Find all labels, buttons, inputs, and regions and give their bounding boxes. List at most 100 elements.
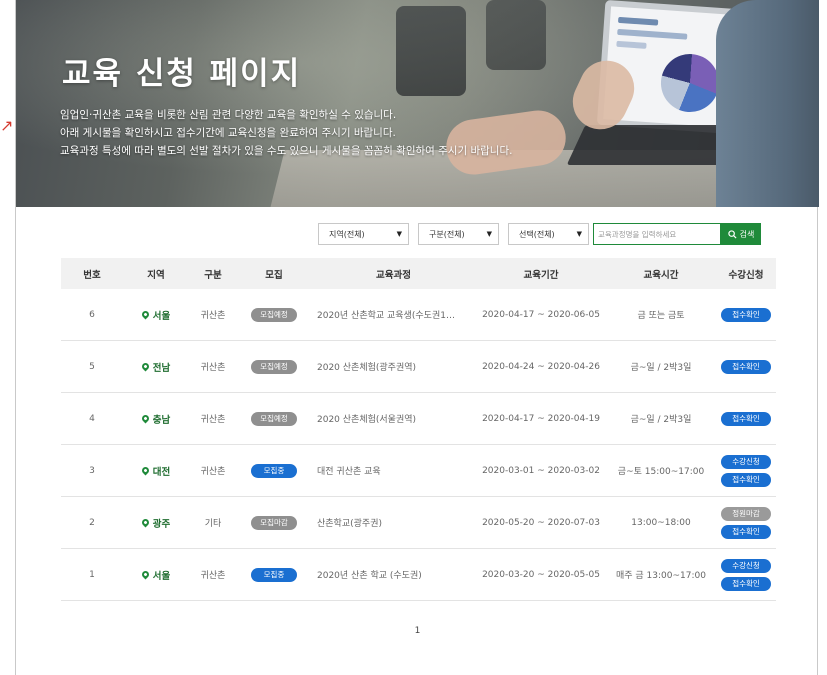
table-header: 번호 지역 구분 모집 교육과정 교육기간 교육시간 수강신청	[61, 258, 776, 289]
pagination: 1	[16, 626, 819, 636]
region-text: 서울	[152, 570, 171, 582]
apply-action-button[interactable]: 접수확인	[721, 524, 771, 539]
search-icon	[727, 229, 737, 239]
row-time: 매주 금 13:00~17:00	[616, 571, 706, 581]
row-time: 금~일 / 2박3일	[630, 415, 692, 425]
page-title: 교육 신청 페이지	[62, 56, 302, 92]
region-text: 충남	[152, 414, 171, 426]
hero-banner: 교육 신청 페이지 임업인·귀산촌 교육을 비롯한 산림 관련 다양한 교육을 …	[16, 0, 819, 207]
course-title-link[interactable]: 2020년 산촌학교 교육생(수도권1…	[311, 308, 476, 321]
table-row: 4 충남 귀산촌 모집예정 2020 산촌체험(서울권역) 2020-04-17 ~ 20…	[61, 393, 776, 445]
status-badge: 모집중	[251, 463, 297, 478]
row-region: 충남	[123, 412, 189, 426]
row-period: 2020-03-20 ~ 2020-05-05	[482, 569, 600, 580]
apply-action-button[interactable]: 접수확인	[721, 576, 771, 591]
row-time: 금~일 / 2박3일	[630, 363, 692, 373]
row-region: 대전	[123, 464, 189, 478]
apply-action-button[interactable]: 정원마감	[721, 506, 771, 521]
search-button[interactable]: 검색	[721, 223, 761, 245]
apply-action-button[interactable]: 접수확인	[721, 411, 771, 426]
course-title-link[interactable]: 2020 산촌체험(서울권역)	[311, 412, 476, 425]
row-recruit: 모집예정	[237, 307, 311, 322]
header-category: 구분	[204, 269, 222, 281]
table-row: 5 전남 귀산촌 모집예정 2020 산촌체험(광주권역) 2020-04-24 ~ 20…	[61, 341, 776, 393]
course-title-link[interactable]: 대전 귀산촌 교육	[311, 464, 476, 477]
screen-pie-chart	[658, 52, 721, 114]
side-arrow-icon: ↗	[0, 116, 14, 135]
row-number: 2	[89, 517, 95, 528]
table-row: 3 대전 귀산촌 모집중 대전 귀산촌 교육 2020-03-01 ~ 2020-03-0…	[61, 445, 776, 497]
option-select[interactable]: 선택(전체) ▼	[508, 223, 589, 245]
header-apply: 수강신청	[728, 269, 764, 281]
region-label: 전남	[140, 360, 170, 374]
row-recruit: 모집예정	[237, 359, 311, 374]
apply-action-button[interactable]: 접수확인	[721, 472, 771, 487]
filter-bar: 지역(전체) ▼ 구분(전체) ▼ 선택(전체) ▼ 교육과정명을 입력하세요 …	[318, 223, 761, 245]
row-category: 귀산촌	[200, 571, 226, 581]
region-label: 충남	[140, 412, 171, 426]
header-period: 교육기간	[523, 269, 559, 281]
status-badge: 모집마감	[251, 515, 297, 530]
header-no: 번호	[83, 269, 101, 281]
hero-description: 임업인·귀산촌 교육을 비롯한 산림 관련 다양한 교육을 확인하실 수 있습니…	[60, 106, 512, 160]
course-title-link[interactable]: 산촌학교(광주권)	[311, 516, 476, 529]
table-row: 1 서울 귀산촌 모집중 2020년 산촌 학교 (수도권) 2020-03-20 ~ 2…	[61, 549, 776, 601]
apply-action-button[interactable]: 접수확인	[721, 359, 771, 374]
apply-action-button[interactable]: 수강신청	[721, 454, 771, 469]
row-number: 6	[89, 309, 95, 320]
row-recruit: 모집중	[237, 567, 311, 582]
status-badge: 모집중	[251, 567, 297, 582]
option-select-value: 선택(전체)	[519, 229, 555, 239]
row-category: 귀산촌	[200, 415, 226, 425]
row-recruit: 모집중	[237, 463, 311, 478]
row-time: 금~토 15:00~17:00	[617, 467, 705, 477]
row-region: 서울	[123, 308, 189, 322]
row-actions: 수강신청접수확인	[716, 454, 776, 487]
status-badge: 모집예정	[251, 411, 297, 426]
region-label: 광주	[140, 516, 171, 530]
region-text: 대전	[152, 466, 171, 478]
region-label: 서울	[140, 568, 171, 582]
region-text: 광주	[152, 518, 171, 530]
location-pin-icon	[140, 465, 151, 476]
row-period: 2020-05-20 ~ 2020-07-03	[482, 517, 600, 528]
row-category: 귀산촌	[200, 363, 226, 373]
row-region: 전남	[123, 360, 189, 374]
row-actions: 수강신청접수확인	[716, 558, 776, 591]
status-badge: 모집예정	[251, 307, 297, 322]
screen-bar	[616, 40, 647, 49]
status-badge: 모집예정	[251, 359, 297, 374]
row-actions: 정원마감접수확인	[716, 506, 776, 539]
search-input[interactable]: 교육과정명을 입력하세요	[593, 223, 721, 245]
chevron-down-icon: ▼	[396, 230, 402, 238]
apply-action-button[interactable]: 수강신청	[721, 558, 771, 573]
row-number: 1	[89, 569, 95, 580]
location-pin-icon	[140, 569, 151, 580]
category-select-value: 구분(전체)	[429, 229, 465, 239]
row-category: 기타	[204, 519, 222, 529]
row-time: 금 또는 금토	[637, 311, 685, 321]
table-row: 6 서울 귀산촌 모집예정 2020년 산촌학교 교육생(수도권1… 2020-04-17…	[61, 289, 776, 341]
location-pin-icon	[140, 309, 151, 320]
row-recruit: 모집마감	[237, 515, 311, 530]
course-title-link[interactable]: 2020년 산촌 학교 (수도권)	[311, 568, 476, 581]
table-body: 6 서울 귀산촌 모집예정 2020년 산촌학교 교육생(수도권1… 2020-04-17…	[61, 289, 776, 601]
table-row: 2 광주 기타 모집마감 산촌학교(광주권) 2020-05-20 ~ 2020-07-0…	[61, 497, 776, 549]
page-number[interactable]: 1	[415, 626, 421, 636]
apply-action-button[interactable]: 접수확인	[721, 307, 771, 322]
row-period: 2020-04-24 ~ 2020-04-26	[482, 361, 600, 372]
location-pin-icon	[140, 413, 151, 424]
row-category: 귀산촌	[200, 467, 226, 477]
category-select[interactable]: 구분(전체) ▼	[418, 223, 499, 245]
row-period: 2020-03-01 ~ 2020-03-02	[482, 465, 600, 476]
region-select[interactable]: 지역(전체) ▼	[318, 223, 409, 245]
region-label: 대전	[140, 464, 171, 478]
page-frame: 교육 신청 페이지 임업인·귀산촌 교육을 비롯한 산림 관련 다양한 교육을 …	[15, 0, 819, 675]
row-category: 귀산촌	[200, 311, 226, 321]
hero-desc-line: 아래 게시물을 확인하시고 접수기간에 교육신청을 완료하여 주시기 바랍니다.	[60, 127, 396, 139]
course-title-link[interactable]: 2020 산촌체험(광주권역)	[311, 360, 476, 373]
row-recruit: 모집예정	[237, 411, 311, 426]
header-time: 교육시간	[643, 269, 679, 281]
screen-bar	[617, 16, 659, 26]
row-actions: 접수확인	[716, 411, 776, 426]
